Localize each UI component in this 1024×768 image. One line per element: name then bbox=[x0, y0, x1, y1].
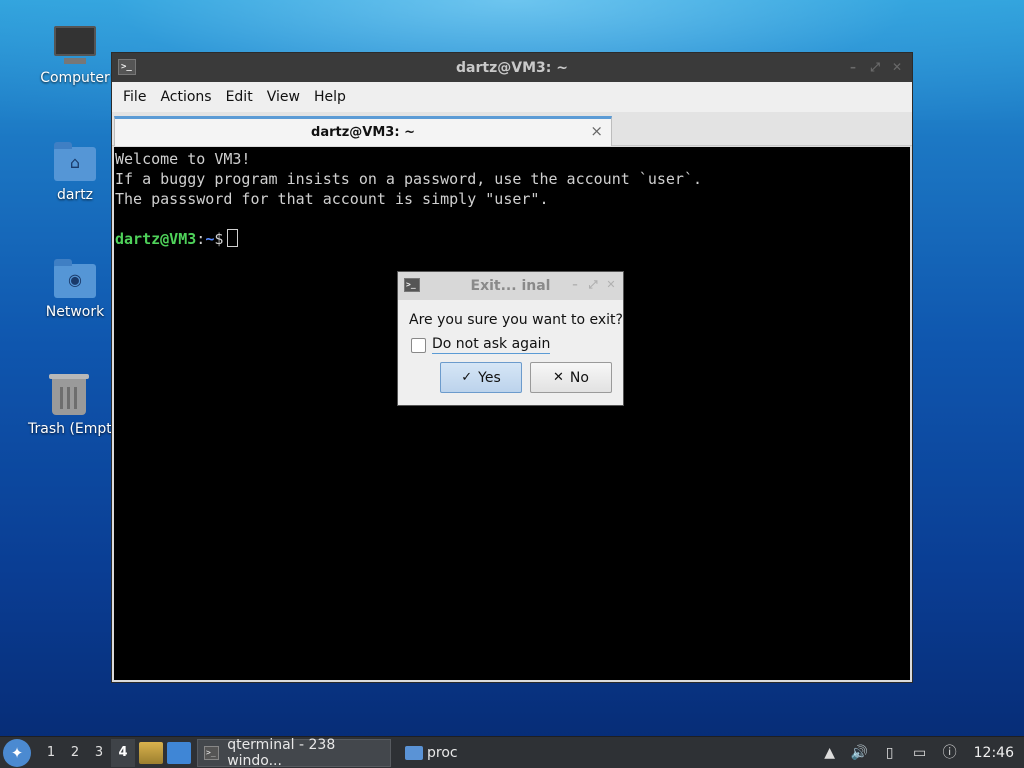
prompt-path: ~ bbox=[205, 230, 215, 248]
menu-file[interactable]: File bbox=[116, 89, 153, 105]
terminal-icon: >_ bbox=[204, 745, 220, 760]
no-label: No bbox=[569, 369, 589, 386]
menubar: File Actions Edit View Help bbox=[112, 82, 912, 112]
system-tray: ▲ 🔊 ▯ ▭ ⓘ 12:46 bbox=[818, 737, 1024, 768]
dialog-title: Exit... inal bbox=[470, 278, 551, 294]
show-desktop-icon[interactable] bbox=[167, 741, 191, 764]
exit-dialog: >_ Exit... inal – ⤢ ✕ Are you sure you w… bbox=[397, 271, 624, 406]
workspace-2[interactable]: 2 bbox=[63, 745, 87, 760]
maximize-icon[interactable]: ⤢ bbox=[868, 60, 882, 74]
desktop-icon-label: Network bbox=[45, 304, 105, 320]
menu-help[interactable]: Help bbox=[307, 89, 353, 105]
terminal-icon: >_ bbox=[118, 59, 136, 75]
window-titlebar[interactable]: >_ dartz@VM3: ~ – ⤢ ✕ bbox=[112, 53, 912, 82]
desktop-icon-computer[interactable]: Computer bbox=[25, 22, 125, 86]
close-icon[interactable]: ✕ bbox=[605, 279, 617, 291]
terminal-line: The passsword for that account is simply… bbox=[115, 190, 549, 208]
terminal-line: If a buggy program insists on a password… bbox=[115, 170, 702, 188]
tab-close-icon[interactable]: × bbox=[590, 122, 603, 140]
terminal-icon: >_ bbox=[404, 278, 420, 292]
network-folder-icon: ◉ bbox=[53, 256, 97, 300]
workspace-3[interactable]: 3 bbox=[87, 745, 111, 760]
window-title: dartz@VM3: ~ bbox=[456, 59, 568, 76]
workspace-4[interactable]: 4 bbox=[111, 738, 135, 767]
computer-icon bbox=[53, 22, 97, 66]
tab-terminal[interactable]: dartz@VM3: ~ × bbox=[114, 116, 612, 146]
notification-icon[interactable]: ⓘ bbox=[938, 743, 962, 763]
prompt-separator: : bbox=[196, 230, 206, 248]
yes-label: Yes bbox=[478, 369, 501, 386]
tab-label: dartz@VM3: ~ bbox=[311, 125, 415, 140]
menu-edit[interactable]: Edit bbox=[219, 89, 260, 105]
maximize-icon[interactable]: ⤢ bbox=[587, 279, 599, 291]
prompt-symbol: $ bbox=[214, 230, 224, 248]
yes-button[interactable]: ✓ Yes bbox=[440, 362, 522, 393]
do-not-ask-checkbox[interactable] bbox=[411, 337, 426, 353]
desktop-icon-label: Trash (Empt bbox=[28, 421, 112, 437]
network-icon[interactable]: ▭ bbox=[908, 743, 932, 763]
clipboard-icon[interactable]: ▯ bbox=[878, 743, 902, 763]
minimize-icon[interactable]: – bbox=[569, 279, 581, 291]
file-manager-icon[interactable] bbox=[139, 741, 163, 764]
minimize-icon[interactable]: – bbox=[846, 60, 860, 74]
volume-icon[interactable]: 🔊 bbox=[848, 743, 872, 763]
text-cursor bbox=[227, 229, 239, 247]
close-icon[interactable]: ✕ bbox=[890, 60, 904, 74]
task-label: qterminal - 238 windo... bbox=[227, 736, 336, 768]
terminal-line: Welcome to VM3! bbox=[115, 150, 251, 168]
desktop-icon-label: Computer bbox=[40, 70, 110, 86]
folder-icon bbox=[405, 745, 423, 760]
desktop-icon-trash[interactable]: Trash (Empt bbox=[22, 373, 116, 437]
dialog-titlebar[interactable]: >_ Exit... inal – ⤢ ✕ bbox=[398, 272, 623, 300]
desktop-icon-label: dartz bbox=[56, 187, 94, 203]
do-not-ask-label[interactable]: Do not ask again bbox=[432, 336, 551, 354]
clock[interactable]: 12:46 bbox=[974, 745, 1014, 761]
dialog-question: Are you sure you want to exit? bbox=[409, 312, 623, 328]
desktop-icon-network[interactable]: ◉ Network bbox=[25, 256, 125, 320]
prompt-user: dartz@VM3 bbox=[115, 230, 197, 248]
menu-view[interactable]: View bbox=[260, 89, 307, 105]
terminal-output[interactable]: Welcome to VM3! If a buggy program insis… bbox=[114, 147, 910, 680]
home-folder-icon: ⌂ bbox=[53, 139, 97, 183]
workspace-1[interactable]: 1 bbox=[39, 745, 63, 760]
tab-bar: dartz@VM3: ~ × bbox=[112, 112, 912, 146]
menu-actions[interactable]: Actions bbox=[153, 89, 218, 105]
update-notifier-icon[interactable]: ▲ bbox=[818, 743, 842, 763]
no-button[interactable]: ✕ No bbox=[530, 362, 612, 393]
checkmark-icon: ✓ bbox=[461, 370, 473, 385]
desktop-icon-dartz[interactable]: ⌂ dartz bbox=[25, 139, 125, 203]
start-menu-icon[interactable]: ✦ bbox=[3, 738, 31, 767]
do-not-ask-again-row[interactable]: Do not ask again bbox=[411, 336, 551, 354]
trash-icon bbox=[47, 373, 91, 417]
task-proc[interactable]: proc bbox=[399, 739, 479, 767]
task-qterminal[interactable]: >_ qterminal - 238 windo... bbox=[197, 736, 391, 768]
taskbar: ✦ 1 2 3 4 >_ qterminal - 238 windo... pr… bbox=[0, 736, 1024, 768]
close-icon: ✕ bbox=[553, 370, 564, 385]
task-label: proc bbox=[427, 744, 458, 761]
